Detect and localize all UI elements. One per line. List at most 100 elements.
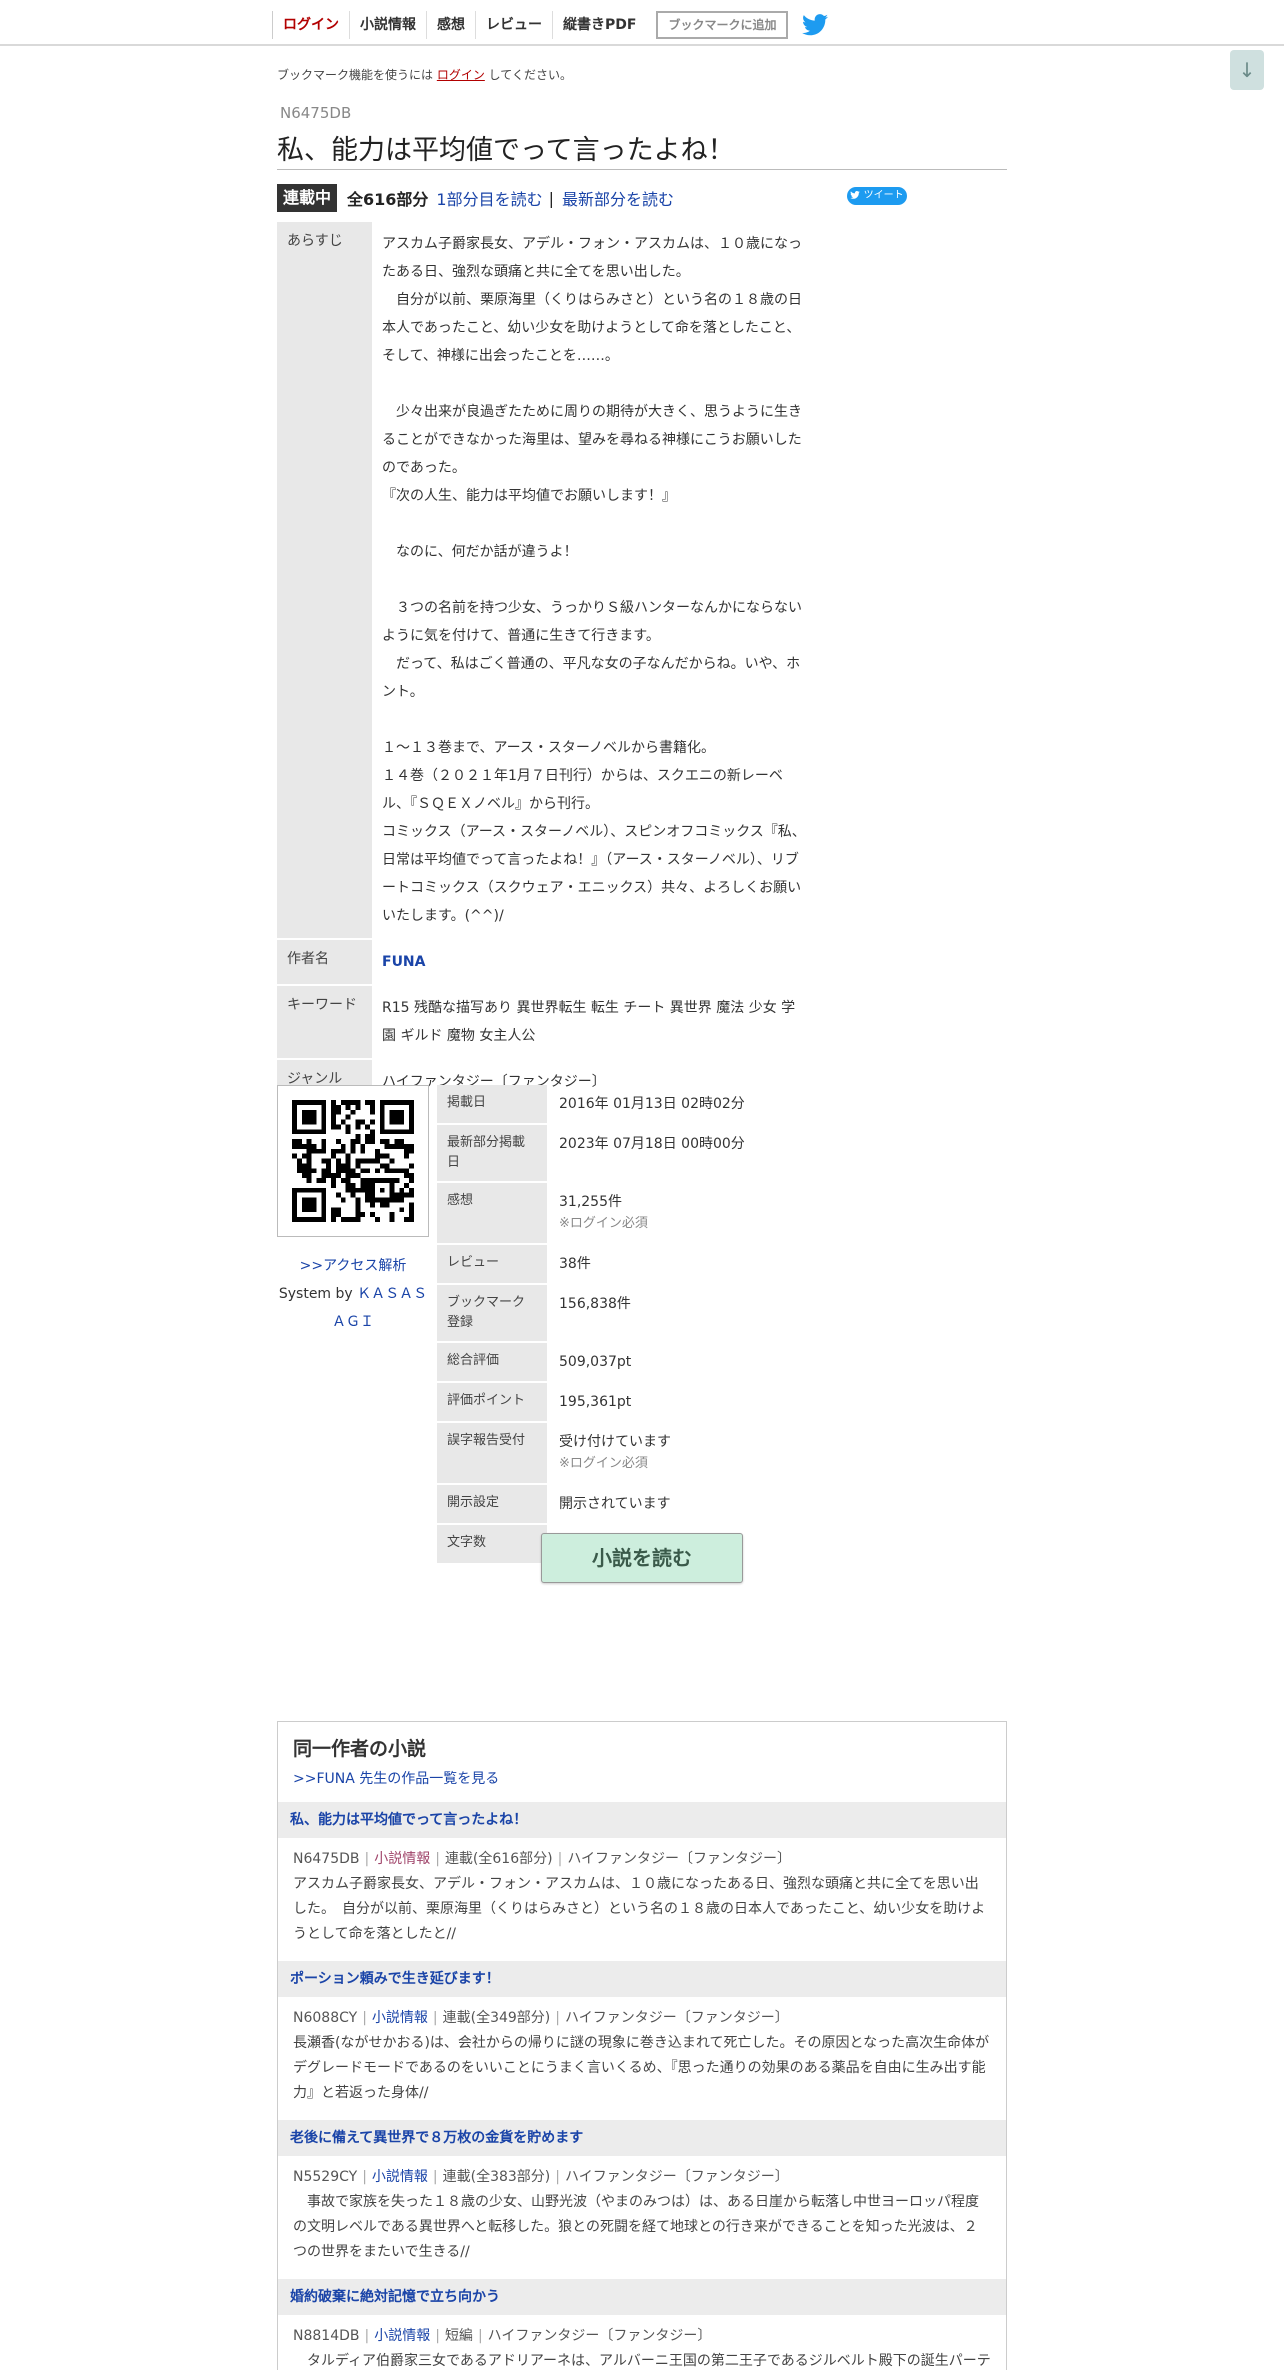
work-info-link[interactable]: 小説情報: [372, 2010, 428, 2026]
work-ncode: N6475DB: [293, 1851, 360, 1867]
tweet-button[interactable]: ツイート: [847, 187, 907, 205]
work-info-link[interactable]: 小説情報: [372, 2169, 428, 2185]
stat-label: 最新部分掲載日: [437, 1125, 547, 1183]
status-row: 連載中 全616部分 1部分目を読む | 最新部分を読む: [277, 184, 674, 212]
stat-label: 総合評価: [437, 1343, 547, 1383]
stat-row: 掲載日 2016年 01月13日 02時02分: [437, 1085, 817, 1125]
work-meta: N6088CY | 小説情報 | 連載(全349部分) | ハイファンタジー〔ファンタジー〕: [278, 1997, 1006, 2027]
bookmark-notice-text: ブックマーク機能を使うには: [277, 68, 437, 82]
bookmark-notice-text-end: してください。: [484, 68, 572, 82]
stat-label: 感想: [437, 1183, 547, 1245]
bookmark-notice-login-link[interactable]: ログイン: [437, 68, 485, 82]
stat-value-cell: 195,361pt: [547, 1383, 817, 1423]
separator: |: [432, 2169, 438, 2185]
stat-value-cell: 31,255件 ※ログイン必須: [547, 1183, 817, 1245]
same-author-heading: 同一作者の小説: [293, 1738, 427, 1760]
author-link[interactable]: FUNA: [382, 954, 425, 970]
separator: |: [364, 2328, 370, 2344]
stat-row: レビュー 38件: [437, 1245, 817, 1285]
novel-stats-table: 掲載日 2016年 01月13日 02時02分 最新部分掲載日 2023年 07月18…: [437, 1085, 817, 1565]
separator: |: [477, 2328, 483, 2344]
nav-impression[interactable]: 感想: [426, 11, 475, 39]
status-badge: 連載中: [277, 184, 338, 212]
system-by-text: System by: [278, 1286, 358, 1302]
same-author-section: 同一作者の小説 >>FUNA 先生の作品一覧を見る 私、能力は平均値でって言った…: [277, 1721, 1007, 2370]
access-analysis-link[interactable]: >>アクセス解析: [300, 1258, 407, 1274]
separator: |: [362, 2010, 367, 2026]
separator: |: [432, 2010, 438, 2026]
twitter-icon[interactable]: [802, 14, 829, 36]
tweet-label: ツイート: [863, 190, 904, 201]
stat-note: ※ログイン必須: [559, 1456, 648, 1471]
work-title[interactable]: 私、能力は平均値でって言ったよね！: [278, 1802, 1006, 1838]
qr-code: [277, 1085, 429, 1237]
separator: |: [555, 2010, 560, 2026]
bookmark-notice: ブックマーク機能を使うには ログイン してください。: [277, 66, 572, 83]
work-type: 短編: [444, 2328, 473, 2344]
stat-note: ※ログイン必須: [559, 1216, 648, 1231]
work-genre: ハイファンタジー〔ファンタジー〕: [565, 2169, 789, 2185]
synopsis-label: あらすじ: [277, 222, 372, 940]
title-divider: [277, 169, 1007, 170]
nav-review[interactable]: レビュー: [475, 11, 552, 39]
top-nav: ログイン 小説情報 感想 レビュー 縦書きPDF ブックマークに追加: [272, 11, 829, 39]
work-genre: ハイファンタジー〔ファンタジー〕: [565, 2010, 789, 2026]
stat-value: 509,037pt: [559, 1354, 632, 1370]
work-title[interactable]: 老後に備えて異世界で８万枚の金貨を貯めます: [278, 2120, 1006, 2156]
work-description: アスカム子爵家長女、アデル・フォン・アスカムは、１０歳になったある日、強烈な頭痛…: [293, 1876, 986, 1942]
stat-value: 2016年 01月13日 02時02分: [559, 1096, 745, 1112]
synopsis-text: アスカム子爵家長女、アデル・フォン・アスカムは、１０歳になったある日、強烈な頭痛…: [382, 236, 806, 924]
stat-label: ブックマーク登録: [437, 1285, 547, 1343]
stat-row: 総合評価 509,037pt: [437, 1343, 817, 1383]
work-meta: N6475DB | 小説情報 | 連載(全616部分) | ハイファンタジー〔ファンタジー〕: [278, 1838, 1006, 1868]
stat-value-cell: 受け付けています ※ログイン必須: [547, 1423, 817, 1485]
stat-value: 受け付けています: [559, 1434, 671, 1450]
keywords: R15 残酷な描写あり 異世界転生 転生 チート 異世界 魔法 少女 学園 ギル…: [372, 986, 817, 1060]
scroll-down-button[interactable]: ↓: [1230, 50, 1264, 90]
tweet-bird-icon: [850, 191, 861, 199]
novel-title: 私、能力は平均値でって言ったよね！: [277, 135, 735, 166]
nav-vertical-pdf[interactable]: 縦書きPDF: [552, 11, 646, 39]
novel-code: N6475DB: [280, 104, 352, 122]
work-type: 連載(全383部分): [442, 2169, 551, 2185]
work-description: 長瀬香(ながせかおる)は、会社からの帰りに謎の現象に巻き込まれて死亡した。その原…: [293, 2035, 990, 2101]
top-navbar: ログイン 小説情報 感想 レビュー 縦書きPDF ブックマークに追加: [0, 0, 1284, 46]
stat-label: 文字数: [437, 1525, 547, 1565]
separator: |: [548, 188, 554, 208]
work-title[interactable]: 婚約破棄に絶対記憶で立ち向かう: [278, 2279, 1006, 2315]
work-meta: N8814DB | 小説情報 | 短編 | ハイファンタジー〔ファンタジー〕: [278, 2315, 1006, 2345]
separator: |: [555, 2169, 560, 2185]
stat-value-cell: 2023年 07月18日 00時00分: [547, 1125, 817, 1183]
access-analysis: >>アクセス解析 System by ＫＡＳＡＳＡＧＩ: [277, 1252, 429, 1336]
add-bookmark-button[interactable]: ブックマークに追加: [656, 11, 789, 39]
work-ncode: N6088CY: [293, 2010, 358, 2026]
stat-value: 2023年 07月18日 00時00分: [559, 1136, 745, 1152]
work-item: 私、能力は平均値でって言ったよね！ N6475DB | 小説情報 | 連載(全616部分)…: [278, 1802, 1006, 1955]
work-title[interactable]: ポーション頼みで生き延びます！: [278, 1961, 1006, 1997]
read-first-part-link[interactable]: 1部分目を読む: [436, 186, 542, 210]
work-info-link[interactable]: 小説情報: [374, 2328, 430, 2344]
work-description: 事故で家族を失った１８歳の少女、山野光波（やまのみつは）は、ある日崖から転落し中…: [293, 2194, 979, 2260]
nav-novel-info[interactable]: 小説情報: [349, 11, 426, 39]
work-genre: ハイファンタジー〔ファンタジー〕: [567, 1851, 792, 1867]
work-item: 老後に備えて異世界で８万枚の金貨を貯めます N5529CY | 小説情報 | 連載(全38…: [278, 2120, 1006, 2273]
stat-row: 最新部分掲載日 2023年 07月18日 00時00分: [437, 1125, 817, 1183]
read-novel-button[interactable]: 小説を読む: [541, 1533, 743, 1583]
stat-value-cell: 開示されています: [547, 1485, 817, 1525]
stat-label: 誤字報告受付: [437, 1423, 547, 1485]
stat-label: 開示設定: [437, 1485, 547, 1525]
works-list: 私、能力は平均値でって言ったよね！ N6475DB | 小説情報 | 連載(全616部分)…: [278, 1802, 1006, 2370]
nav-login[interactable]: ログイン: [272, 11, 349, 39]
stat-value-cell: 156,838件: [547, 1285, 817, 1343]
author-label: 作者名: [277, 940, 372, 986]
separator: |: [362, 2169, 367, 2185]
read-latest-part-link[interactable]: 最新部分を読む: [562, 186, 674, 210]
author-works-link[interactable]: >>FUNA 先生の作品一覧を見る: [293, 1768, 499, 1788]
stat-label: レビュー: [437, 1245, 547, 1285]
work-info-link[interactable]: 小説情報: [374, 1851, 430, 1867]
separator: |: [557, 1851, 563, 1867]
stat-row: 誤字報告受付 受け付けています ※ログイン必須: [437, 1423, 817, 1485]
work-type: 連載(全616部分): [444, 1851, 553, 1867]
stat-value: 156,838件: [559, 1296, 631, 1312]
stat-row: 感想 31,255件 ※ログイン必須: [437, 1183, 817, 1245]
